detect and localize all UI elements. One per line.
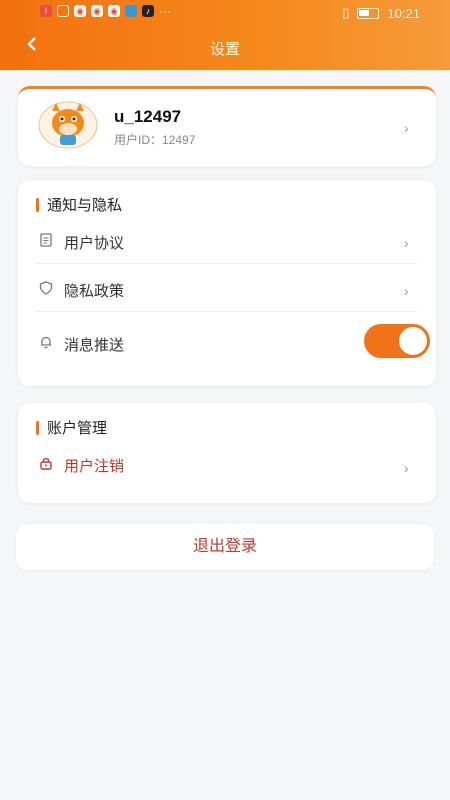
avatar [38,101,98,149]
lock-icon [40,458,52,470]
push-notification-row: 消息推送 [36,322,418,366]
wifi-icon [57,5,69,17]
section-title: 账户管理 [36,417,107,438]
row-label: 消息推送 [64,337,125,354]
document-icon [40,233,52,247]
status-notification-icons: ! ◉ ◉ ◉ ♪ ··· [40,4,171,18]
alert-icon: ! [40,5,52,17]
status-bar: ! ◉ ◉ ◉ ♪ ··· ▯ 10:21 [0,0,450,26]
fox-avatar-icon [38,101,98,149]
profile-card[interactable]: u_12497 用户ID：12497 › [18,86,436,166]
tiktok-icon: ♪ [142,5,154,17]
app-notification-icon: ◉ [74,5,86,17]
status-time: 10:21 [387,5,420,21]
divider [36,263,418,264]
divider [36,311,418,312]
user-id: 用户ID：12497 [114,133,196,147]
chevron-right-icon: › [404,120,409,136]
status-right: ▯ 10:21 [342,5,420,21]
vibrate-icon: ▯ [342,5,350,20]
toggle-knob [399,327,427,355]
app-notification-icon [125,5,137,17]
row-label: 用户协议 [64,235,125,252]
row-label: 隐私政策 [64,283,125,300]
bell-icon [41,336,51,349]
notification-privacy-section: 通知与隐私 用户协议 › 隐私政策 › 消息推送 [18,180,436,386]
page-title: 设置 [209,41,240,58]
shield-icon [39,281,53,295]
account-management-section: 账户管理 用户注销 › [18,403,436,503]
logout-button[interactable]: 退出登录 [16,524,434,570]
battery-icon [357,7,380,19]
row-label: 用户注销 [64,458,125,475]
app-notification-icon: ◉ [108,5,120,17]
account-deletion-row[interactable]: 用户注销 › [36,443,418,487]
app-header: ! ◉ ◉ ◉ ♪ ··· ▯ 10:21 设置 [0,0,450,70]
user-agreement-row[interactable]: 用户协议 › [36,220,418,264]
section-title-text: 账户管理 [47,420,108,437]
username: u_12497 [114,107,182,126]
section-accent-bar [36,197,39,212]
chevron-right-icon: › [404,235,409,251]
chevron-right-icon: › [404,460,409,476]
privacy-policy-row[interactable]: 隐私政策 › [36,268,418,312]
app-notification-icon: ◉ [91,5,103,17]
more-icon: ··· [159,4,171,18]
push-notification-toggle[interactable] [364,324,430,358]
chevron-right-icon: › [404,283,409,299]
section-accent-bar [36,420,39,435]
section-title: 通知与隐私 [36,194,122,215]
section-title-text: 通知与隐私 [47,197,123,214]
